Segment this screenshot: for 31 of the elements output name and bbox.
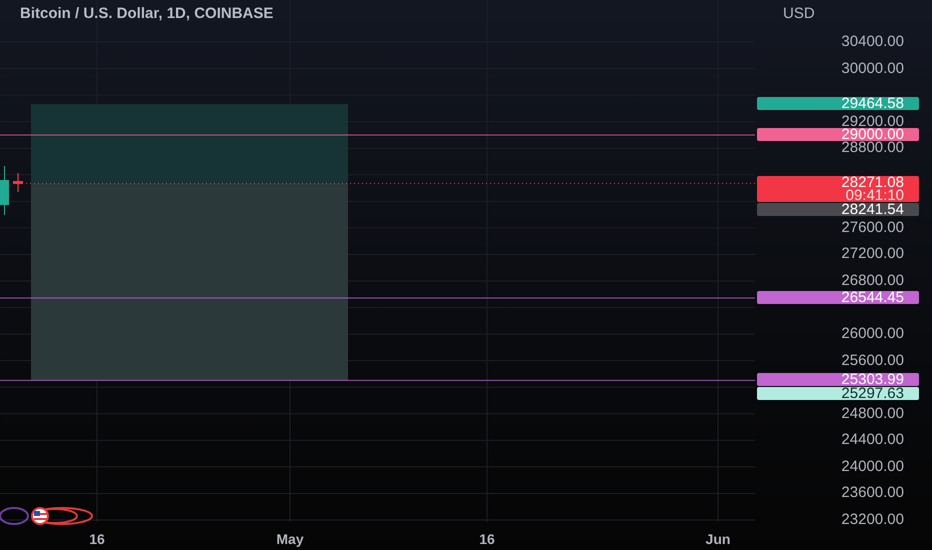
falling-candlestick — [13, 173, 23, 192]
price-tick: 24800.00 — [840, 406, 904, 421]
price-tick: 30400.00 — [840, 35, 904, 49]
price-tick: 30000.00 — [840, 62, 904, 76]
price-label: 29464.58 — [757, 97, 919, 110]
price-tick: 24000.00 — [840, 460, 904, 474]
price-tick: 27600.00 — [840, 220, 904, 235]
time-label: Jun — [704, 530, 732, 549]
price-tick: 27200.00 — [840, 247, 904, 262]
time-label: 16 — [478, 530, 496, 549]
price-tick: 29200.00 — [840, 114, 904, 129]
price-label: 25303.99 — [757, 373, 919, 386]
price-label: 28241.54 — [757, 203, 919, 216]
time-label: May — [275, 530, 305, 549]
price-label: 26544.45 — [757, 290, 919, 304]
price-tick: 23600.00 — [840, 486, 904, 500]
flag-event-icon — [0, 507, 93, 525]
price-tick: 24400.00 — [840, 433, 904, 448]
time-label: 16 — [88, 530, 106, 549]
price-tick: 23200.00 — [840, 513, 904, 527]
price-tick: 26000.00 — [840, 327, 904, 342]
price-value: 28271.08 — [840, 176, 904, 190]
countdown-timer: 09:41:10 — [846, 189, 904, 202]
price-tick: 26800.00 — [840, 274, 904, 288]
price-label: 25297.63 — [757, 387, 919, 400]
chart-title: Bitcoin / U.S. Dollar, 1D, COINBASE — [20, 4, 274, 24]
currency-label: USD — [783, 4, 815, 24]
price-tick: 25600.00 — [840, 354, 904, 368]
rising-candlestick — [0, 166, 9, 216]
price-label: 29000.00 — [757, 128, 919, 141]
price-tick: 28800.00 — [840, 141, 904, 156]
